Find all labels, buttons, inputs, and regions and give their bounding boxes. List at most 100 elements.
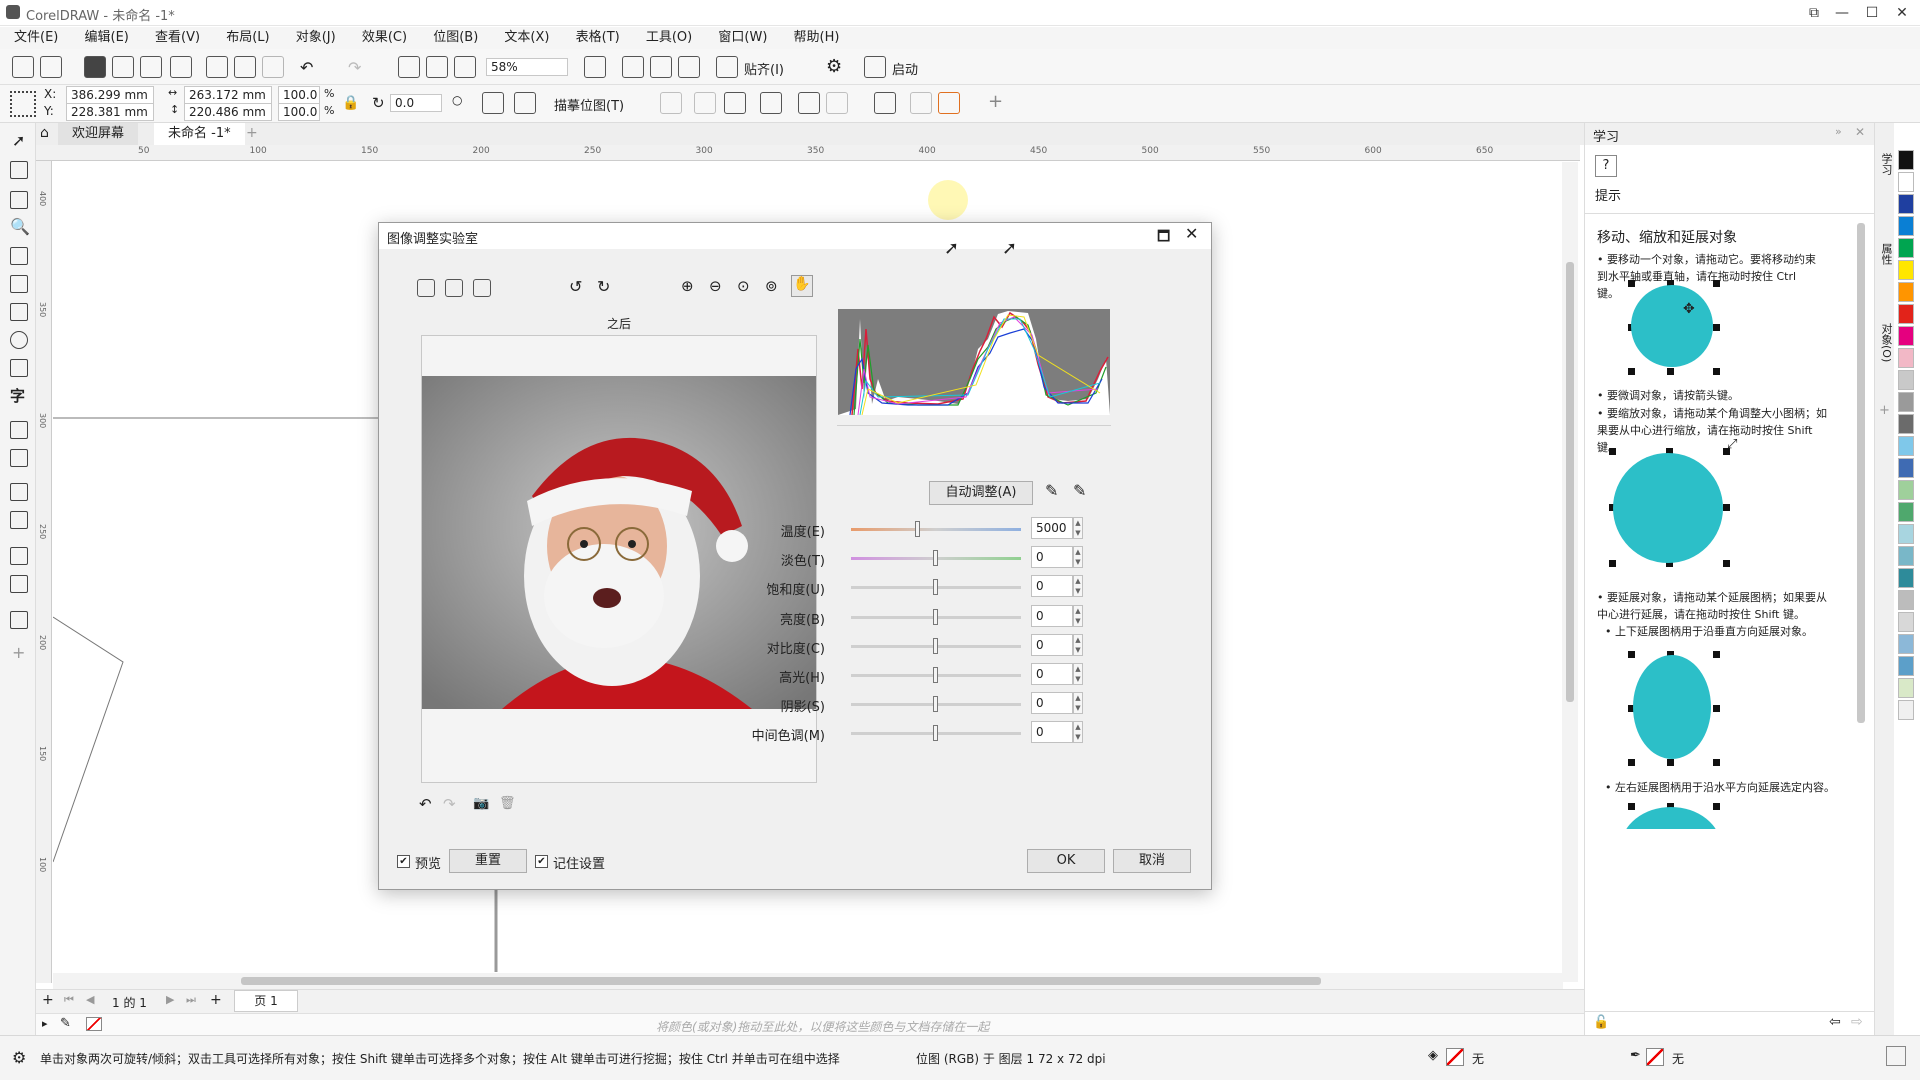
add-icon[interactable]: + [988,91,1003,112]
palette-swatch[interactable] [1898,458,1914,478]
connector-tool-icon[interactable] [10,449,28,467]
palette-swatch[interactable] [1898,348,1914,368]
width-field[interactable]: 263.172 mm [184,86,272,104]
reference-point-icon[interactable] [10,91,36,117]
resample-icon[interactable] [694,92,716,114]
palette-swatch[interactable] [1898,634,1914,654]
menu-bitmaps[interactable]: 位图(B) [433,27,478,49]
new-document-icon[interactable] [12,56,34,78]
palette-swatch[interactable] [1898,194,1914,214]
artistic-media-icon[interactable] [10,275,28,293]
docker-close-icon[interactable]: ✕ [1855,125,1865,139]
add-docker-icon[interactable]: + [1879,403,1890,418]
palette-swatch[interactable] [1898,568,1914,588]
hints-icon[interactable]: ? [1595,155,1617,177]
prev-page-icon[interactable]: ◀ [86,993,94,1006]
palette-swatch[interactable] [1898,260,1914,280]
docker-scroll-thumb[interactable] [1857,223,1865,723]
palette-swatch[interactable] [1898,546,1914,566]
y-position-field[interactable]: 228.381 mm [66,103,154,121]
text-tool-icon[interactable]: 字 [10,385,25,406]
new-tab-icon[interactable]: + [246,125,258,141]
gear-icon[interactable]: ⚙ [12,1048,26,1067]
palette-swatch[interactable] [1898,678,1914,698]
smart-fill-icon[interactable] [10,611,28,629]
slider-spinner[interactable]: ▲ ▼ [1073,517,1083,539]
slider-thumb[interactable] [933,579,938,596]
zoom-tool-icon[interactable]: 🔍 [10,217,30,236]
undo-icon[interactable]: ↶ [300,58,313,77]
menu-tools[interactable]: 工具(O) [646,27,692,49]
delete-icon[interactable]: 🗑 [499,796,516,811]
full-screen-icon[interactable] [584,56,606,78]
palette-swatch[interactable] [1898,656,1914,676]
menu-window[interactable]: 窗口(W) [718,27,767,49]
learn-tab[interactable]: 学习 [1878,153,1894,175]
height-field[interactable]: 220.486 mm [184,103,272,121]
auto-adjust-button[interactable]: 自动调整(A) [929,481,1033,505]
slider-spinner[interactable]: ▲ ▼ [1073,604,1083,627]
santa-photo[interactable] [422,376,816,709]
menu-layout[interactable]: 布局(L) [226,27,269,49]
restore-small-icon[interactable]: ⧉ [1804,3,1824,23]
to-front-icon[interactable] [910,92,932,114]
crop-bitmap-icon[interactable] [660,92,682,114]
wrap-text-icon[interactable] [874,92,896,114]
slider-value-field[interactable]: 0 [1031,633,1073,656]
palette-swatch[interactable] [1898,216,1914,236]
lock-icon[interactable]: 🔓 [1593,1015,1609,1030]
palette-swatch[interactable] [1898,150,1914,170]
guidelines-icon[interactable] [678,56,700,78]
tab-document[interactable]: 未命名 -1* [154,123,245,145]
mirror-horizontal-icon[interactable] [482,92,504,114]
slider-value-field[interactable]: 0 [1031,692,1073,715]
palette-swatch[interactable] [1898,282,1914,302]
outline-pen-icon[interactable]: ✒ [1630,1048,1641,1063]
palette-swatch[interactable] [1898,238,1914,258]
crop-tool-icon[interactable] [10,191,28,209]
break-apart-icon[interactable] [826,92,848,114]
slider-value-field[interactable]: 0 [1031,575,1073,598]
split-preview-icon[interactable] [417,279,435,297]
slider-value-field[interactable]: 0 [1031,604,1073,627]
white-point-eyedropper-icon[interactable]: ✎ [1045,481,1058,500]
gear-icon[interactable]: ⚙ [826,56,842,77]
menu-table[interactable]: 表格(T) [576,27,620,49]
undo-icon[interactable]: ↶ [419,795,432,813]
rotate-right-icon[interactable]: ↻ [597,277,610,296]
snap-to-dropdown[interactable]: 贴齐(I) [744,59,784,78]
slider-value-field[interactable]: 5000 [1031,517,1073,539]
palette-arrow-icon[interactable]: ▸ [42,1017,48,1030]
menu-text[interactable]: 文本(X) [504,27,549,49]
launch-dropdown[interactable]: 启动 [892,59,918,78]
lock-ratio-icon[interactable]: 🔒 [342,95,359,111]
polygon-tool-icon[interactable] [10,359,28,377]
objects-tab[interactable]: 对象(O) [1878,323,1894,362]
page-tab[interactable]: 页 1 [234,990,298,1012]
bounding-box-icon[interactable] [760,92,782,114]
cloud-import-icon[interactable] [112,56,134,78]
palette-swatch[interactable] [1898,590,1914,610]
home-icon[interactable]: ⌂ [40,125,49,141]
vertical-scrollbar[interactable] [1562,162,1578,982]
zoom-actual-icon[interactable]: ⊚ [765,277,778,295]
pick-tool-icon[interactable]: ➚ [12,131,25,150]
palette-swatch[interactable] [1898,612,1914,632]
full-preview-icon[interactable] [445,279,463,297]
slider-spinner[interactable]: ▲ ▼ [1073,663,1083,685]
redo-icon[interactable]: ↷ [348,58,361,77]
slider-spinner[interactable]: ▲ ▼ [1073,575,1083,598]
palette-swatch[interactable] [1898,480,1914,500]
docker-expand-icon[interactable]: » [1835,125,1842,138]
before-after-icon[interactable] [473,279,491,297]
slider-value-field[interactable]: 0 [1031,721,1073,744]
snap-icon[interactable] [716,56,738,78]
slider-thumb[interactable] [933,550,938,567]
menu-edit[interactable]: 编辑(E) [85,27,129,49]
dialog-close-button[interactable]: ✕ [1185,224,1198,243]
freehand-tool-icon[interactable] [10,247,28,265]
palette-swatch[interactable] [1898,326,1914,346]
slider-spinner[interactable]: ▲ ▼ [1073,692,1083,715]
ellipse-tool-icon[interactable] [10,331,28,349]
no-color-swatch[interactable] [86,1017,102,1031]
